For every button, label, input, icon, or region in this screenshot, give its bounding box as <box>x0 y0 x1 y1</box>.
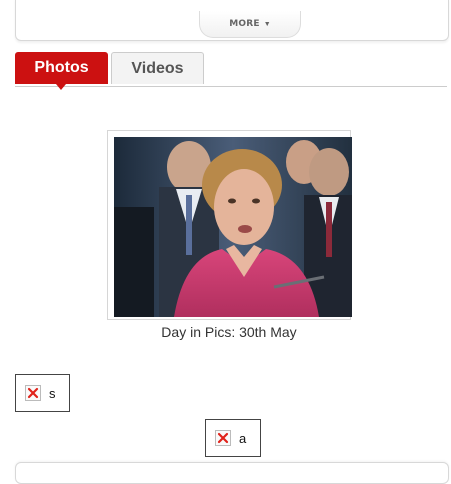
broken-image-icon <box>25 385 41 401</box>
media-tab-bar: Photos Videos <box>15 52 447 90</box>
broken-image-a: a <box>205 419 261 457</box>
tab-videos[interactable]: Videos <box>111 52 204 84</box>
bottom-panel <box>15 462 449 484</box>
tab-photos[interactable]: Photos <box>15 52 108 90</box>
photo-thumbnail[interactable] <box>107 130 352 320</box>
photo-image <box>114 137 352 317</box>
broken-image-alt-text: a <box>239 430 247 446</box>
more-label: MORE <box>229 19 260 29</box>
more-button[interactable]: MORE ▼ <box>199 11 301 38</box>
broken-image-icon <box>215 430 231 446</box>
broken-image-s: s <box>15 374 70 412</box>
caret-down-icon: ▼ <box>263 20 271 28</box>
photo-caption[interactable]: Day in Pics: 30th May <box>107 324 351 340</box>
tab-photos-label: Photos <box>34 59 89 76</box>
broken-image-alt-text: s <box>49 385 56 401</box>
top-panel: MORE ▼ <box>15 0 449 41</box>
tab-videos-label: Videos <box>131 59 184 77</box>
